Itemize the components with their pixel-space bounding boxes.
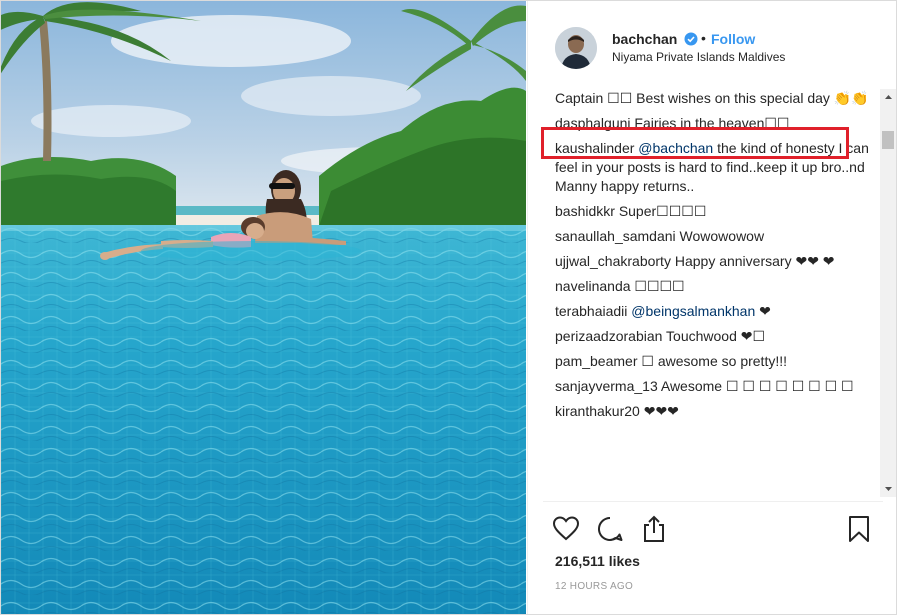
- comment-text: ❤❤❤: [643, 403, 679, 419]
- scroll-down-arrow-icon[interactable]: [880, 480, 896, 497]
- comments-scrollbar[interactable]: [880, 89, 896, 497]
- share-icon[interactable]: [640, 515, 668, 543]
- follow-button[interactable]: Follow: [711, 31, 755, 47]
- comment-username[interactable]: kiranthakur20: [555, 403, 640, 419]
- comment-text: Super☐☐☐☐: [618, 203, 707, 219]
- comment-username[interactable]: terabhaiadii: [555, 303, 627, 319]
- comment-item: sanaullah_samdani Wowowowow: [555, 227, 870, 246]
- comment-username[interactable]: dasphalguni: [555, 115, 631, 131]
- comment-username[interactable]: bashidkkr: [555, 203, 615, 219]
- comment-username[interactable]: navelinanda: [555, 278, 631, 294]
- post-timestamp[interactable]: 12 HOURS AGO: [555, 581, 633, 592]
- comment-mention[interactable]: @bachchan: [638, 140, 713, 156]
- comment-username[interactable]: sanaullah_samdani: [555, 228, 676, 244]
- comment-text: ☐ awesome so pretty!!!: [641, 353, 787, 369]
- comment-item: bashidkkr Super☐☐☐☐: [555, 202, 870, 221]
- comment-icon[interactable]: [596, 515, 624, 543]
- location-link[interactable]: Niyama Private Islands Maldives: [612, 50, 785, 64]
- likes-count[interactable]: 216,511 likes: [555, 553, 640, 569]
- comment-text: Awesome ☐ ☐ ☐ ☐ ☐ ☐ ☐ ☐: [660, 378, 854, 394]
- comment-text: Wowowowow: [679, 228, 765, 244]
- comment-text: Touchwood ❤☐: [666, 328, 766, 344]
- comment-item: terabhaiadii @beingsalmankhan ❤: [555, 302, 870, 321]
- verified-badge-icon: [684, 32, 698, 46]
- bookmark-icon[interactable]: [845, 515, 873, 543]
- comment-item: sanjayverma_13 Awesome ☐ ☐ ☐ ☐ ☐ ☐ ☐ ☐: [555, 377, 870, 396]
- action-bar: [528, 509, 896, 549]
- scroll-up-arrow-icon[interactable]: [880, 89, 896, 106]
- comment-item: perizaadzorabian Touchwood ❤☐: [555, 327, 870, 346]
- comment-username[interactable]: pam_beamer: [555, 353, 638, 369]
- scrollbar-thumb[interactable]: [882, 131, 894, 149]
- comment-username[interactable]: perizaadzorabian: [555, 328, 662, 344]
- separator-dot: •: [701, 30, 706, 46]
- post-username[interactable]: bachchan: [612, 31, 677, 47]
- comments-list: Captain ☐☐ Best wishes on this special d…: [555, 89, 870, 501]
- comment-username[interactable]: ujjwal_chakraborty: [555, 253, 671, 269]
- comment-item: pam_beamer ☐ awesome so pretty!!!: [555, 352, 870, 371]
- comment-item: Captain ☐☐ Best wishes on this special d…: [555, 89, 870, 108]
- heart-icon[interactable]: [552, 515, 580, 543]
- comment-text: Captain ☐☐ Best wishes on this special d…: [555, 90, 869, 106]
- comment-item: navelinanda ☐☐☐☐: [555, 277, 870, 296]
- instagram-post: bachchan • Follow Niyama Private Islands…: [0, 0, 897, 615]
- comment-username[interactable]: sanjayverma_13: [555, 378, 658, 394]
- comment-username[interactable]: kaushalinder: [555, 140, 634, 156]
- comment-text: Fairies in the heaven☐☐: [634, 115, 790, 131]
- comment-item: ujjwal_chakraborty Happy anniversary ❤❤ …: [555, 252, 870, 271]
- comment-text: ☐☐☐☐: [634, 278, 685, 294]
- comment-mention[interactable]: @beingsalmankhan: [631, 303, 755, 319]
- comment-item: kiranthakur20 ❤❤❤: [555, 402, 870, 421]
- comment-text: ❤: [759, 303, 771, 319]
- divider: [543, 501, 883, 502]
- comment-item: dasphalguni Fairies in the heaven☐☐: [555, 114, 870, 133]
- comment-item: kaushalinder @bachchan the kind of hones…: [555, 139, 870, 196]
- comment-text: Happy anniversary ❤❤ ❤: [674, 253, 835, 269]
- post-details-panel: bachchan • Follow Niyama Private Islands…: [527, 1, 896, 614]
- post-header: bachchan • Follow Niyama Private Islands…: [528, 1, 896, 73]
- post-photo[interactable]: [1, 1, 526, 614]
- avatar[interactable]: [555, 27, 597, 69]
